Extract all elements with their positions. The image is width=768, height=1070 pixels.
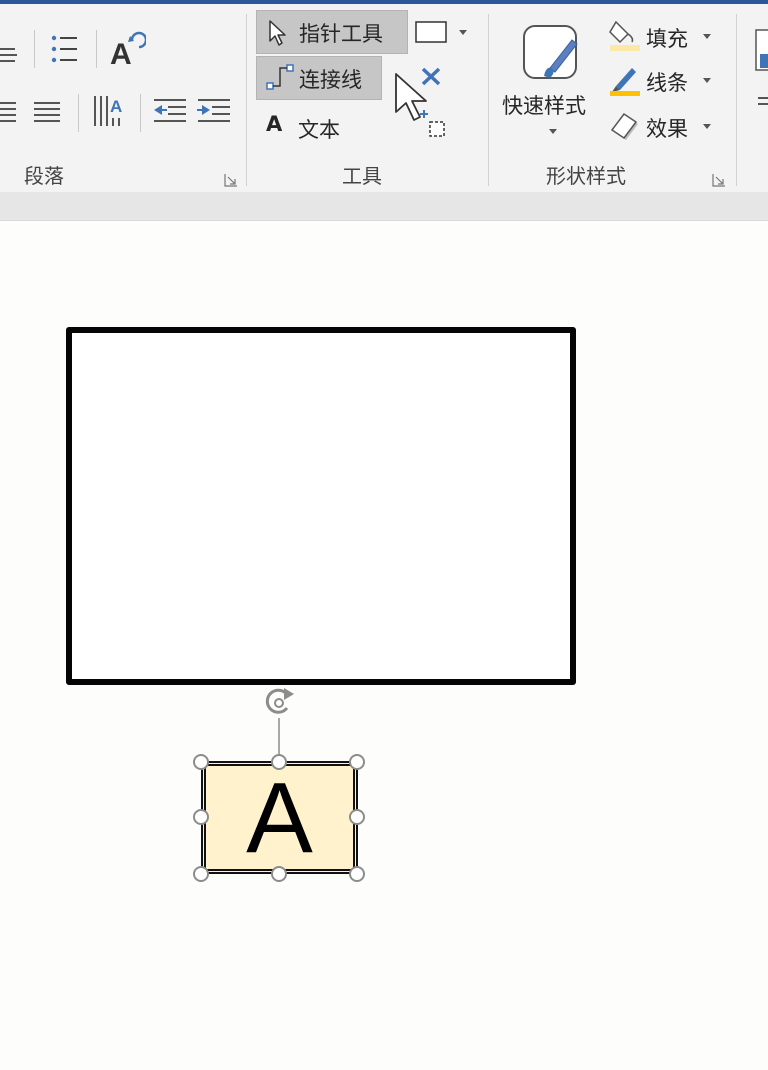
paint-bucket-icon — [609, 20, 640, 51]
effects-icon — [610, 112, 638, 140]
connector-icon — [266, 64, 294, 90]
toolbar-divider — [34, 30, 35, 68]
increase-indent-icon — [197, 99, 230, 122]
dropdown-arrow-icon — [703, 78, 711, 83]
quick-styles-icon — [523, 25, 578, 79]
resize-handle-bottom-right[interactable] — [349, 866, 365, 882]
group-label-shape-styles: 形状样式 — [546, 164, 626, 188]
paragraph-dialog-launcher[interactable] — [224, 172, 238, 187]
group-separator — [488, 14, 489, 186]
font-size-rotate-icon: A — [110, 31, 148, 71]
text-tool-label: 文本 — [298, 118, 340, 142]
text-rotate-button[interactable]: A — [108, 28, 148, 71]
dialog-launcher-icon — [712, 174, 725, 187]
distributed-button[interactable] — [32, 96, 64, 126]
effects-label: 效果 — [646, 117, 688, 141]
dropdown-arrow-icon — [459, 30, 467, 35]
group-label-tools: 工具 — [342, 164, 382, 188]
toolbar-divider — [140, 94, 141, 132]
fill-label: 填充 — [646, 27, 688, 51]
decrease-indent-button[interactable] — [152, 94, 188, 128]
connection-point-tool-button[interactable] — [390, 64, 450, 146]
quick-styles-button[interactable]: 快速样式 — [498, 16, 604, 146]
group-label-paragraph: 段落 — [24, 164, 64, 188]
resize-handle-right[interactable] — [349, 809, 365, 825]
text-tool-icon: A — [266, 112, 283, 136]
align-center-button[interactable] — [0, 38, 20, 66]
resize-handle-left[interactable] — [193, 809, 209, 825]
pen-line-icon — [610, 68, 640, 96]
align-center-icon — [0, 48, 17, 62]
group-separator — [246, 14, 247, 186]
resize-handle-top-left[interactable] — [193, 754, 209, 770]
resize-handle-bottom-left[interactable] — [193, 866, 209, 882]
bullets-button[interactable] — [48, 30, 82, 70]
toolbar-divider — [78, 94, 79, 132]
resize-handle-top[interactable] — [271, 754, 287, 770]
connector-label: 连接线 — [299, 68, 362, 92]
justify-icon — [0, 102, 16, 122]
increase-indent-button[interactable] — [196, 94, 232, 128]
dropdown-arrow-icon — [703, 124, 711, 129]
text-direction-icon: A — [94, 96, 122, 126]
rectangle-shape-icon — [415, 21, 467, 43]
distributed-align-icon — [34, 102, 60, 122]
toolbar-divider — [96, 30, 97, 68]
line-label: 线条 — [646, 71, 688, 95]
dropdown-arrow-icon — [703, 34, 711, 39]
rectangle-shape[interactable] — [66, 327, 576, 685]
fill-button[interactable]: 填充 — [606, 16, 718, 56]
ribbon: A A 段落 指针工具 连接线 A 文本 工具 快速样式 填充 线条 效果 形状… — [0, 4, 768, 192]
dialog-launcher-icon — [224, 174, 237, 187]
text-tool-button[interactable]: A 文本 — [262, 106, 362, 146]
group-separator — [736, 14, 737, 186]
decrease-indent-icon — [154, 99, 186, 122]
rotate-icon — [265, 688, 294, 714]
connector-tool-button[interactable]: 连接线 — [256, 56, 382, 100]
bullet-list-icon — [51, 35, 77, 63]
text-direction-button[interactable]: A — [92, 90, 128, 130]
svg-text:A: A — [110, 38, 132, 70]
pointer-tool-button[interactable]: 指针工具 — [256, 10, 408, 54]
arrange-icon — [755, 29, 768, 105]
line-button[interactable]: 线条 — [606, 60, 718, 100]
ruler-strip — [0, 192, 768, 221]
shape-a-label: A — [246, 762, 313, 874]
pointer-icon — [269, 20, 286, 46]
svg-text:A: A — [110, 97, 122, 116]
justify-button[interactable] — [0, 96, 20, 126]
arrange-button[interactable] — [750, 24, 768, 114]
dropdown-arrow-icon — [549, 129, 557, 134]
shape-styles-dialog-launcher[interactable] — [712, 172, 726, 187]
selected-shape-a[interactable]: A — [201, 761, 358, 874]
effects-button[interactable]: 效果 — [606, 106, 718, 146]
pointer-tool-label: 指针工具 — [299, 22, 383, 46]
resize-handle-top-right[interactable] — [349, 754, 365, 770]
rotation-handle[interactable] — [254, 684, 308, 764]
shape-picker-button[interactable] — [414, 18, 472, 50]
resize-handle-bottom[interactable] — [271, 866, 287, 882]
quick-styles-label: 快速样式 — [502, 94, 586, 118]
cursor-connection-point-icon — [395, 67, 445, 137]
